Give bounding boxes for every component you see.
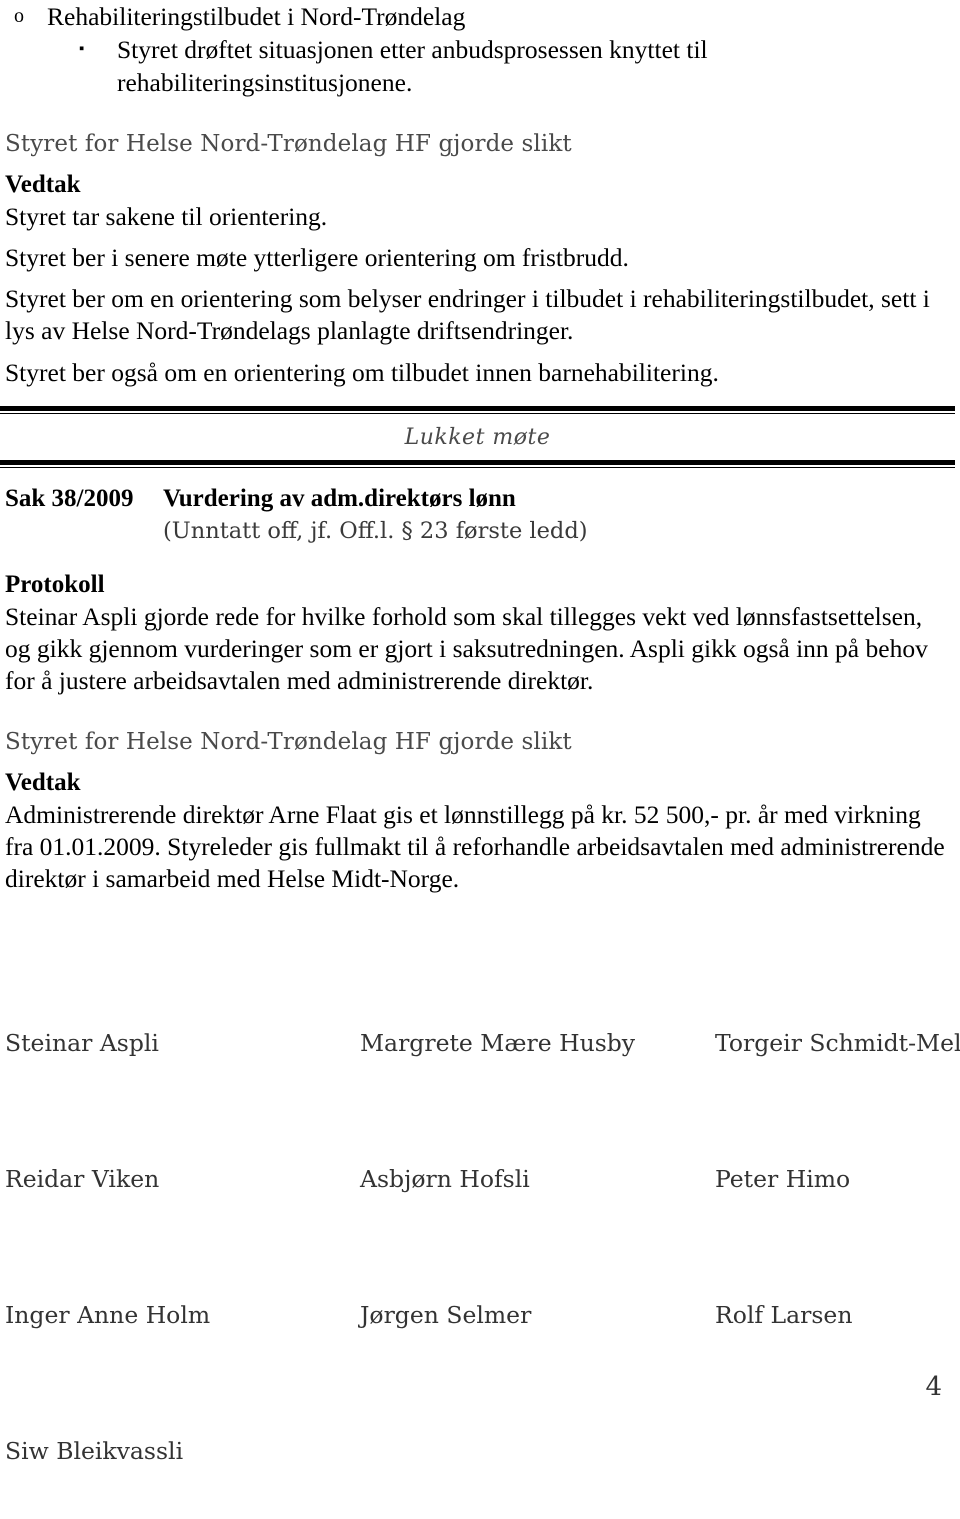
vedtak-heading-2: Vedtak [5, 769, 81, 796]
document-page: o Rehabiliteringstilbudet i Nord-Trøndel… [0, 0, 960, 1465]
list-item: ▪ Styret drøftet situasjonen etter anbud… [0, 33, 960, 99]
signature-name: Siw Bleikvassli [5, 1437, 184, 1465]
vedtak-paragraph: Styret ber om en orientering som belyser… [5, 284, 930, 345]
vedtak-paragraph: Styret tar sakene til orientering. [5, 202, 328, 231]
page-number: 4 [925, 1372, 942, 1402]
signature-name: Asbjørn Hofsli [360, 1165, 530, 1193]
vedtak-paragraph: Styret ber i senere møte ytterligere ori… [5, 243, 629, 272]
signature-name: Rolf Larsen [715, 1301, 853, 1329]
vedtak-heading-1: Vedtak [5, 171, 81, 198]
case-subtitle: (Unntatt off, jf. Off.l. § 23 første led… [163, 518, 588, 544]
protokoll-heading: Protokoll [5, 571, 105, 598]
signature-name: Torgeir Schmidt-Melbye [715, 1029, 960, 1057]
case-number: Sak 38/2009 [5, 485, 134, 512]
list-item-label-line1: Styret drøftet situasjonen etter anbudsp… [117, 35, 708, 64]
signature-grid: Steinar Aspli Margrete Mære Husby Torgei… [0, 975, 960, 1519]
signature-name: Inger Anne Holm [5, 1301, 211, 1329]
signature-name: Reidar Viken [5, 1165, 160, 1193]
divider-top [0, 406, 955, 414]
circle-bullet-icon: o [14, 5, 24, 27]
bullet-list: o Rehabiliteringstilbudet i Nord-Trøndel… [0, 0, 960, 99]
signature-name [715, 1383, 960, 1519]
protokoll-body: Steinar Aspli gjorde rede for hvilke for… [5, 602, 928, 695]
signature-name: Jørgen Selmer [360, 1301, 532, 1329]
list-item: o Rehabiliteringstilbudet i Nord-Trøndel… [0, 0, 960, 33]
vedtak-body-2: Administrerende direktør Arne Flaat gis … [5, 800, 945, 893]
signature-name: Peter Himo [715, 1165, 851, 1193]
signature-name [360, 1383, 715, 1519]
decision-lead-line-2: Styret for Helse Nord-Trøndelag HF gjord… [5, 729, 572, 755]
list-item-label-line2: rehabiliteringsinstitusjonene. [117, 68, 413, 97]
case-title: Vurdering av adm.direktørs lønn [163, 485, 516, 512]
signature-name: Margrete Mære Husby [360, 1029, 636, 1057]
closed-meeting-label: Lukket møte [404, 424, 551, 450]
decision-lead-line-1: Styret for Helse Nord-Trøndelag HF gjord… [5, 131, 572, 157]
signature-name: Steinar Aspli [5, 1029, 159, 1057]
case-heading: Sak 38/2009 Vurdering av adm.direktørs l… [0, 482, 960, 515]
divider-bottom [0, 460, 955, 468]
closed-meeting-band: Lukket møte [0, 414, 955, 460]
square-bullet-icon: ▪ [79, 41, 85, 57]
vedtak-paragraph: Styret ber også om en orientering om til… [5, 358, 719, 387]
list-item-label: Rehabiliteringstilbudet i Nord-Trøndelag [47, 2, 466, 31]
